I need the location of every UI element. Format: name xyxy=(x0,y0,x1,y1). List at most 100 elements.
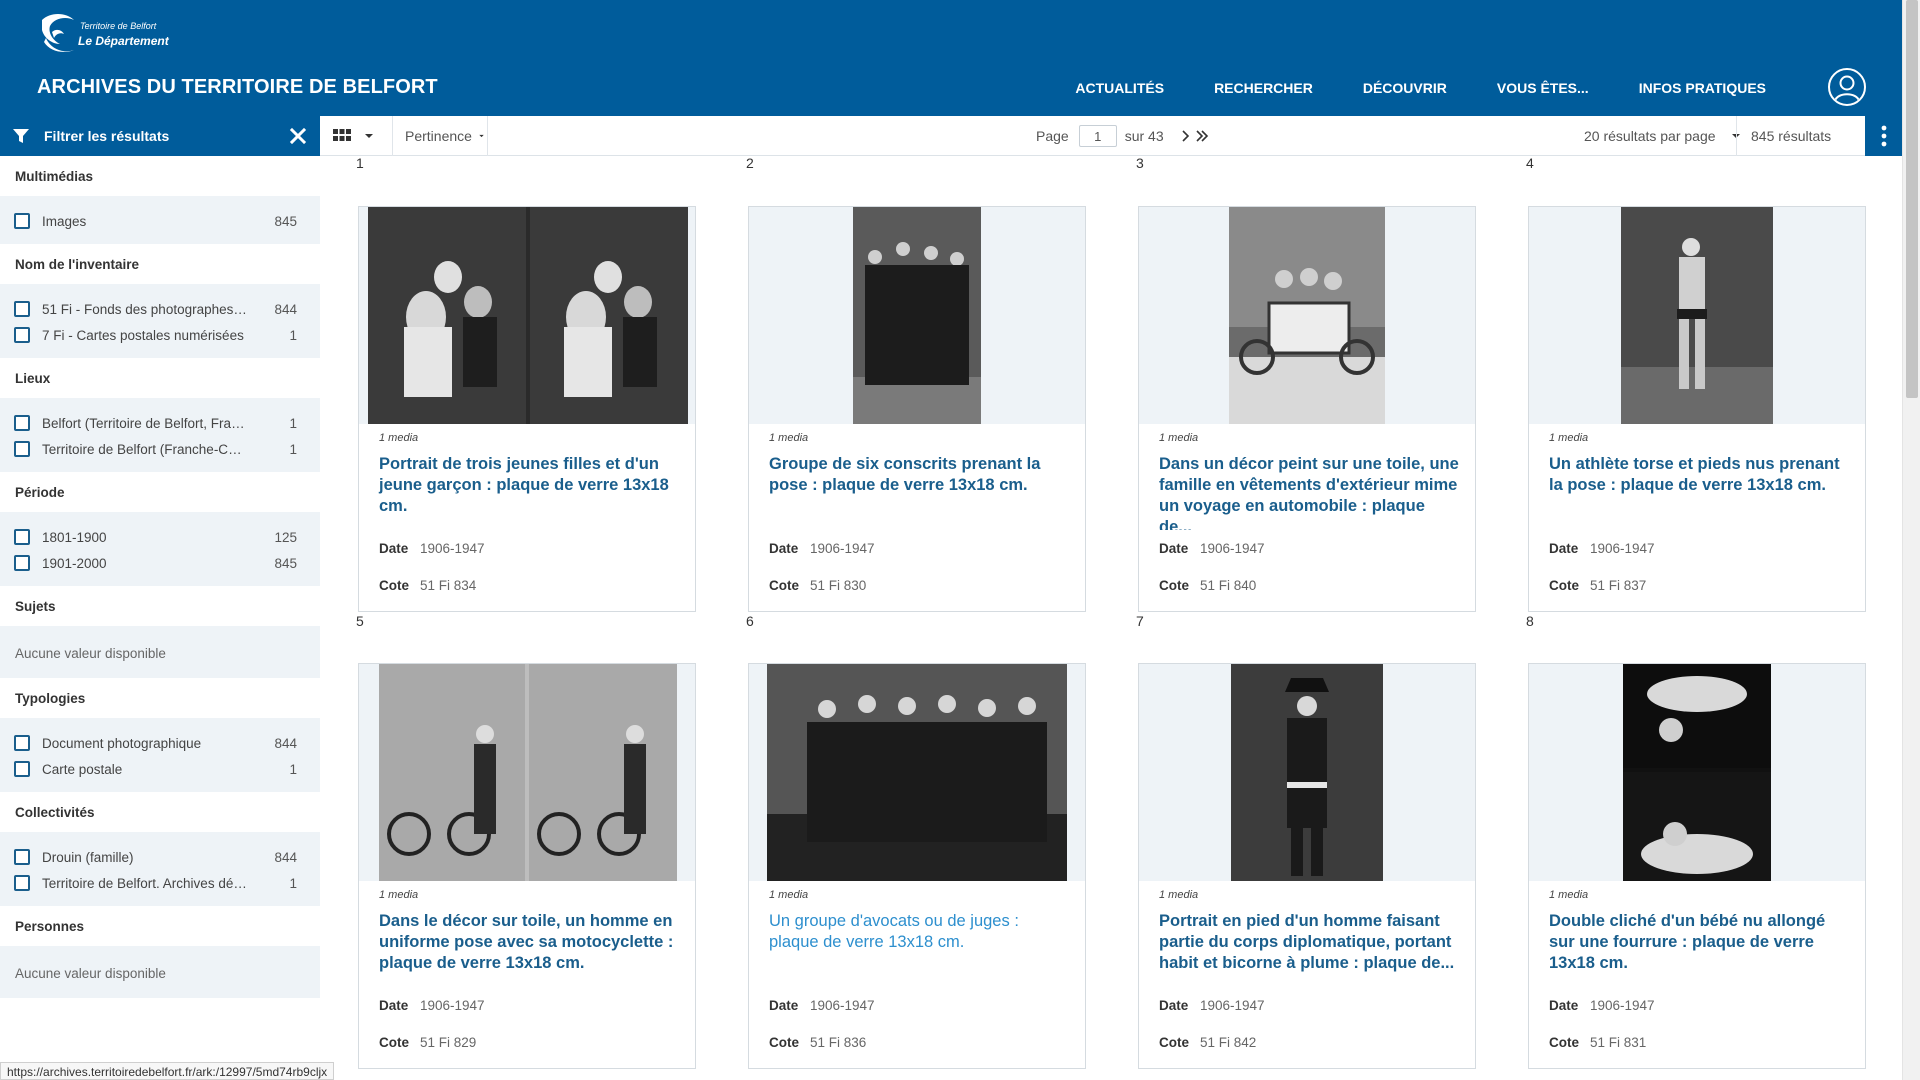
result-title[interactable]: Groupe de six conscrits prenant la pose … xyxy=(749,446,1085,530)
main-nav: ACTUALITÉS RECHERCHER DÉCOUVRIR VOUS ÊTE… xyxy=(1075,80,1766,96)
automobile-scene-image xyxy=(1229,207,1385,424)
result-cote: Cote 51 Fi 837 xyxy=(1529,567,1865,604)
nav-decouvrir[interactable]: DÉCOUVRIR xyxy=(1363,80,1447,96)
facet-option-label: Belfort (Territoire de Belfort, France) xyxy=(42,415,247,431)
facet-option[interactable]: Drouin (famille) 844 xyxy=(14,844,304,870)
sort-dropdown[interactable]: Pertinence xyxy=(392,116,488,156)
result-title[interactable]: Un athlète torse et pieds nus prenant la… xyxy=(1529,446,1865,530)
stereo-portrait-image xyxy=(368,207,688,424)
facet-option[interactable]: Images 845 xyxy=(14,208,304,234)
meta-value: 1906-1947 xyxy=(1590,998,1655,1013)
nav-vous-etes[interactable]: VOUS ÊTES... xyxy=(1497,80,1589,96)
meta-value: 1906-1947 xyxy=(1590,541,1655,556)
result-card[interactable]: 1 media Dans un décor peint sur une toil… xyxy=(1138,206,1476,612)
nav-actualites[interactable]: ACTUALITÉS xyxy=(1075,80,1164,96)
result-card[interactable]: 1 media Double cliché d'un bébé nu allon… xyxy=(1528,663,1866,1069)
checkbox[interactable] xyxy=(14,213,30,229)
checkbox[interactable] xyxy=(14,735,30,751)
close-icon[interactable] xyxy=(288,126,308,146)
next-page-icon[interactable] xyxy=(1180,127,1220,145)
result-number: 8 xyxy=(1526,613,1534,629)
facet-option[interactable]: 1901-2000 845 xyxy=(14,550,304,576)
result-date: Date 1906-1947 xyxy=(1139,530,1475,567)
facet-option[interactable]: Territoire de Belfort (Franche-Comté) 1 xyxy=(14,436,304,462)
checkbox[interactable] xyxy=(14,301,30,317)
facet-option[interactable]: Territoire de Belfort. Archives départem… xyxy=(14,870,304,896)
facet-options: Belfort (Territoire de Belfort, France) 1… xyxy=(0,398,320,472)
result-thumbnail[interactable] xyxy=(749,207,1085,424)
nav-infos-pratiques[interactable]: INFOS PRATIQUES xyxy=(1639,80,1766,96)
baby-double-image xyxy=(1623,664,1771,881)
meta-label: Cote xyxy=(1549,1035,1579,1050)
meta-value: 1906-1947 xyxy=(810,998,875,1013)
result-title[interactable]: Un groupe d'avocats ou de juges : plaque… xyxy=(749,903,1085,987)
page-number-input[interactable] xyxy=(1078,125,1117,147)
page-scrollbar[interactable] xyxy=(1902,0,1920,1080)
result-card[interactable]: 1 media Portrait de trois jeunes filles … xyxy=(358,206,696,612)
facet-option[interactable]: Carte postale 1 xyxy=(14,756,304,782)
meta-label: Date xyxy=(1159,541,1189,556)
facet-option[interactable]: Document photographique 844 xyxy=(14,730,304,756)
result-thumbnail[interactable] xyxy=(359,664,695,881)
result-title[interactable]: Double cliché d'un bébé nu allongé sur u… xyxy=(1529,903,1865,987)
nav-rechercher[interactable]: RECHERCHER xyxy=(1214,80,1313,96)
result-thumbnail[interactable] xyxy=(1139,207,1475,424)
result-date: Date 1906-1947 xyxy=(359,987,695,1024)
facet-option[interactable]: 51 Fi - Fonds des photographes Drouin 844 xyxy=(14,296,304,322)
result-card[interactable]: 1 media Groupe de six conscrits prenant … xyxy=(748,206,1086,612)
result-thumbnail[interactable] xyxy=(749,664,1085,881)
logo-text-line1: Territoire de Belfort xyxy=(80,21,157,31)
meta-label: Date xyxy=(769,541,799,556)
filter-sidebar: Filtrer les résultats Multimédias Images… xyxy=(0,116,320,1080)
checkbox[interactable] xyxy=(14,529,30,545)
result-title[interactable]: Dans le décor sur toile, un homme en uni… xyxy=(359,903,695,987)
facet-option[interactable]: 7 Fi - Cartes postales numérisées 1 xyxy=(14,322,304,348)
department-logo[interactable]: Territoire de Belfort Le Département xyxy=(36,10,169,62)
result-thumbnail[interactable] xyxy=(1139,664,1475,881)
checkbox[interactable] xyxy=(14,415,30,431)
checkbox[interactable] xyxy=(14,875,30,891)
facet-option-label: 1801-1900 xyxy=(42,529,107,545)
per-page-dropdown[interactable]: 20 résultats par page xyxy=(1584,116,1746,156)
meta-label: Date xyxy=(379,541,409,556)
more-options-button[interactable] xyxy=(1865,116,1902,156)
result-cote: Cote 51 Fi 834 xyxy=(359,567,695,604)
result-title[interactable]: Portrait de trois jeunes filles et d'un … xyxy=(359,446,695,530)
checkbox[interactable] xyxy=(14,441,30,457)
result-number: 3 xyxy=(1136,157,1144,171)
checkbox[interactable] xyxy=(14,849,30,865)
facet-empty-text: Aucune valeur disponible xyxy=(15,965,166,981)
result-title[interactable]: Portrait en pied d'un homme faisant part… xyxy=(1139,903,1475,987)
meta-label: Date xyxy=(379,998,409,1013)
group-portrait-image xyxy=(853,207,981,424)
scrollbar-thumb[interactable] xyxy=(1906,0,1918,398)
facet-option-count: 125 xyxy=(274,529,297,545)
result-number: 6 xyxy=(746,613,754,629)
site-title[interactable]: ARCHIVES DU TERRITOIRE DE BELFORT xyxy=(37,76,438,99)
facet-option[interactable]: Belfort (Territoire de Belfort, France) 1 xyxy=(14,410,304,436)
result-card[interactable]: 1 media Dans le décor sur toile, un homm… xyxy=(358,663,696,1069)
facet-option-label: Document photographique xyxy=(42,735,202,751)
checkbox[interactable] xyxy=(14,327,30,343)
facet-title: Période xyxy=(0,472,320,512)
facet-options: Drouin (famille) 844 Territoire de Belfor… xyxy=(0,832,320,906)
checkbox[interactable] xyxy=(14,555,30,571)
media-count: 1 media xyxy=(379,889,419,901)
logo-text-line2: Le Département xyxy=(78,34,169,48)
result-card[interactable]: 1 media Un groupe d'avocats ou de juges … xyxy=(748,663,1086,1069)
facet-collectivites: Collectivités Drouin (famille) 844 Territ… xyxy=(0,792,320,906)
facet-option[interactable]: 1801-1900 125 xyxy=(14,524,304,550)
result-date: Date 1906-1947 xyxy=(1139,987,1475,1024)
result-thumbnail[interactable] xyxy=(1529,207,1865,424)
facet-options: Document photographique 844 Carte postale… xyxy=(0,718,320,792)
result-thumbnail[interactable] xyxy=(359,207,695,424)
checkbox[interactable] xyxy=(14,761,30,777)
result-thumbnail[interactable] xyxy=(1529,664,1865,881)
result-card[interactable]: 1 media Portrait en pied d'un homme fais… xyxy=(1138,663,1476,1069)
facet-option-count: 1 xyxy=(289,441,297,457)
result-title[interactable]: Dans un décor peint sur une toile, une f… xyxy=(1139,446,1475,530)
view-mode-dropdown[interactable] xyxy=(332,124,376,148)
meta-value: 51 Fi 830 xyxy=(810,578,867,593)
user-account-button[interactable] xyxy=(1828,68,1866,106)
result-card[interactable]: 1 media Un athlète torse et pieds nus pr… xyxy=(1528,206,1866,612)
